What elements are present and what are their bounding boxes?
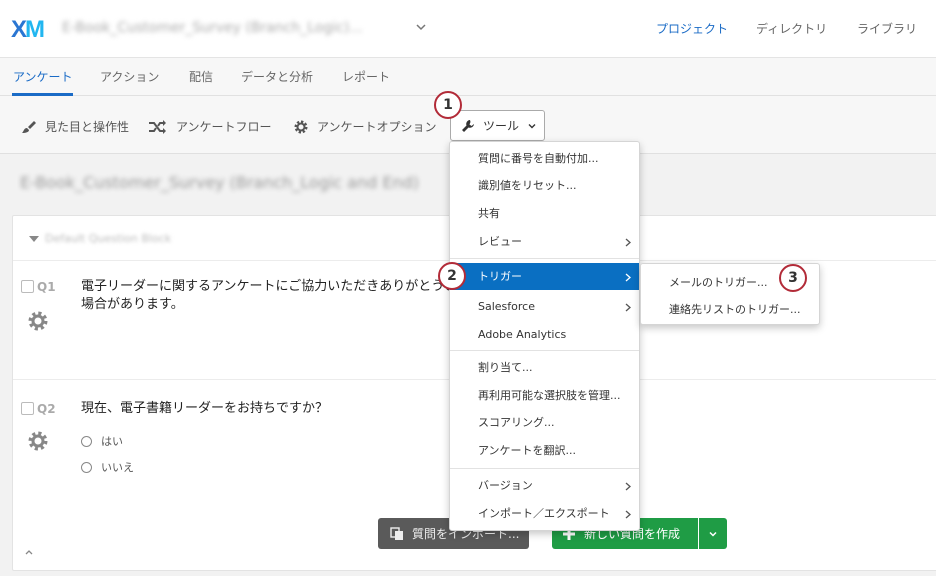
chevron-down-icon — [528, 123, 536, 128]
choice-label: いいえ — [101, 461, 134, 474]
menu-item-label: バージョン — [478, 479, 533, 492]
collapse-caret-icon[interactable] — [29, 236, 39, 242]
menu-divider — [450, 350, 639, 351]
tools-dropdown-menu: 質問に番号を自動付加... 識別値をリセット... 共有 レビュー トリガー S… — [449, 141, 640, 531]
menu-item-versions[interactable]: バージョン — [450, 472, 639, 499]
menu-item-triggers[interactable]: トリガー — [450, 263, 639, 290]
shuffle-icon — [149, 119, 166, 134]
menu-item-adobe-analytics[interactable]: Adobe Analytics — [450, 321, 639, 348]
chevron-down-icon[interactable] — [415, 20, 427, 34]
chevron-right-icon — [625, 238, 631, 247]
menu-item-review[interactable]: レビュー — [450, 228, 639, 255]
look-and-feel-button[interactable]: 見た目と操作性 — [21, 118, 129, 135]
gear-icon[interactable] — [27, 310, 49, 332]
choice-label: はい — [101, 435, 123, 448]
tab-survey[interactable]: アンケート — [13, 68, 73, 85]
menu-item-label: レビュー — [478, 235, 522, 248]
new-question-dropdown-button[interactable] — [699, 518, 727, 549]
tab-actions[interactable]: アクション — [100, 68, 159, 85]
tab-distributions[interactable]: 配信 — [189, 68, 213, 85]
survey-options-button[interactable]: アンケートオプション — [293, 118, 437, 135]
step-badge-2: 2 — [438, 262, 466, 290]
question-checkbox[interactable] — [21, 402, 34, 415]
question-text-line: 場合があります。 — [81, 297, 184, 312]
chevron-right-icon — [625, 510, 631, 519]
menu-item-scoring[interactable]: スコアリング... — [450, 409, 639, 436]
nav-library[interactable]: ライブラリ — [857, 20, 917, 37]
survey-flow-button[interactable]: アンケートフロー — [148, 118, 272, 135]
menu-divider — [450, 258, 639, 259]
menu-item-reset-recode[interactable]: 識別値をリセット... — [450, 172, 639, 199]
top-bar: XM E-Book_Customer_Survey (Branch_Logic)… — [0, 0, 936, 58]
nav-directory[interactable]: ディレクトリ — [756, 20, 827, 37]
survey-options-label: アンケートオプション — [317, 120, 437, 134]
chevron-up-icon[interactable] — [24, 548, 34, 556]
menu-item-label: トリガー — [478, 270, 522, 283]
chevron-right-icon — [625, 482, 631, 491]
copy-icon — [390, 526, 403, 540]
submenu-item-email-triggers[interactable]: メールのトリガー... — [669, 274, 768, 290]
menu-item-reusable-choices[interactable]: 再利用可能な選択肢を管理... — [450, 382, 639, 409]
gear-icon — [294, 120, 308, 133]
menu-item-translate[interactable]: アンケートを翻訳... — [450, 437, 639, 464]
chevron-down-icon — [709, 531, 717, 537]
menu-item-assign[interactable]: 割り当て... — [450, 354, 639, 381]
submenu-item-contact-list-triggers[interactable]: 連絡先リストのトリガー... — [669, 301, 801, 317]
choice-option[interactable]: はい — [81, 433, 123, 449]
tools-label: ツール — [483, 119, 520, 133]
nav-projects[interactable]: プロジェクト — [656, 20, 728, 37]
tools-button[interactable]: ツール — [450, 110, 545, 141]
tab-reports[interactable]: レポート — [342, 68, 390, 85]
paintbrush-icon — [22, 120, 36, 133]
wrench-icon — [462, 119, 474, 132]
question-text: 現在、電子書籍リーダーをお持ちですか？ — [81, 401, 329, 416]
radio-button[interactable] — [81, 435, 92, 447]
menu-item-salesforce[interactable]: Salesforce — [450, 293, 639, 320]
question-text-line: 電子リーダーに関するアンケートにご協力いただきありがとうご — [81, 279, 458, 294]
chevron-right-icon — [625, 273, 631, 282]
menu-item-label: インポート／エクスポート — [478, 507, 610, 520]
question-text: 電子リーダーに関するアンケートにご協力いただきありがとうご 場合があります。 — [81, 278, 457, 314]
menu-item-auto-number[interactable]: 質問に番号を自動付加... — [450, 145, 639, 172]
look-and-feel-label: 見た目と操作性 — [45, 120, 130, 134]
project-title[interactable]: E-Book_Customer_Survey (Branch_Logic)... — [62, 20, 408, 36]
question-number: Q1 — [37, 280, 56, 294]
menu-item-label: Salesforce — [478, 300, 535, 313]
menu-item-share[interactable]: 共有 — [450, 200, 639, 227]
gear-icon[interactable] — [27, 430, 49, 452]
radio-button[interactable] — [81, 461, 92, 473]
tab-data-analysis[interactable]: データと分析 — [241, 68, 313, 85]
choice-option[interactable]: いいえ — [81, 459, 134, 475]
survey-title: E-Book_Customer_Survey (Branch_Logic and… — [20, 173, 420, 192]
chevron-right-icon — [625, 303, 631, 312]
menu-item-import-export[interactable]: インポート／エクスポート — [450, 500, 639, 527]
step-badge-1: 1 — [434, 91, 462, 119]
block-name: Default Question Block — [45, 232, 172, 245]
survey-flow-label: アンケートフロー — [176, 120, 272, 134]
question-checkbox[interactable] — [21, 280, 34, 293]
step-badge-3: 3 — [779, 264, 807, 292]
xm-logo[interactable]: XM — [11, 16, 45, 44]
question-number: Q2 — [37, 402, 56, 416]
tab-bar: アンケート アクション 配信 データと分析 レポート — [0, 58, 936, 96]
menu-divider — [450, 468, 639, 469]
